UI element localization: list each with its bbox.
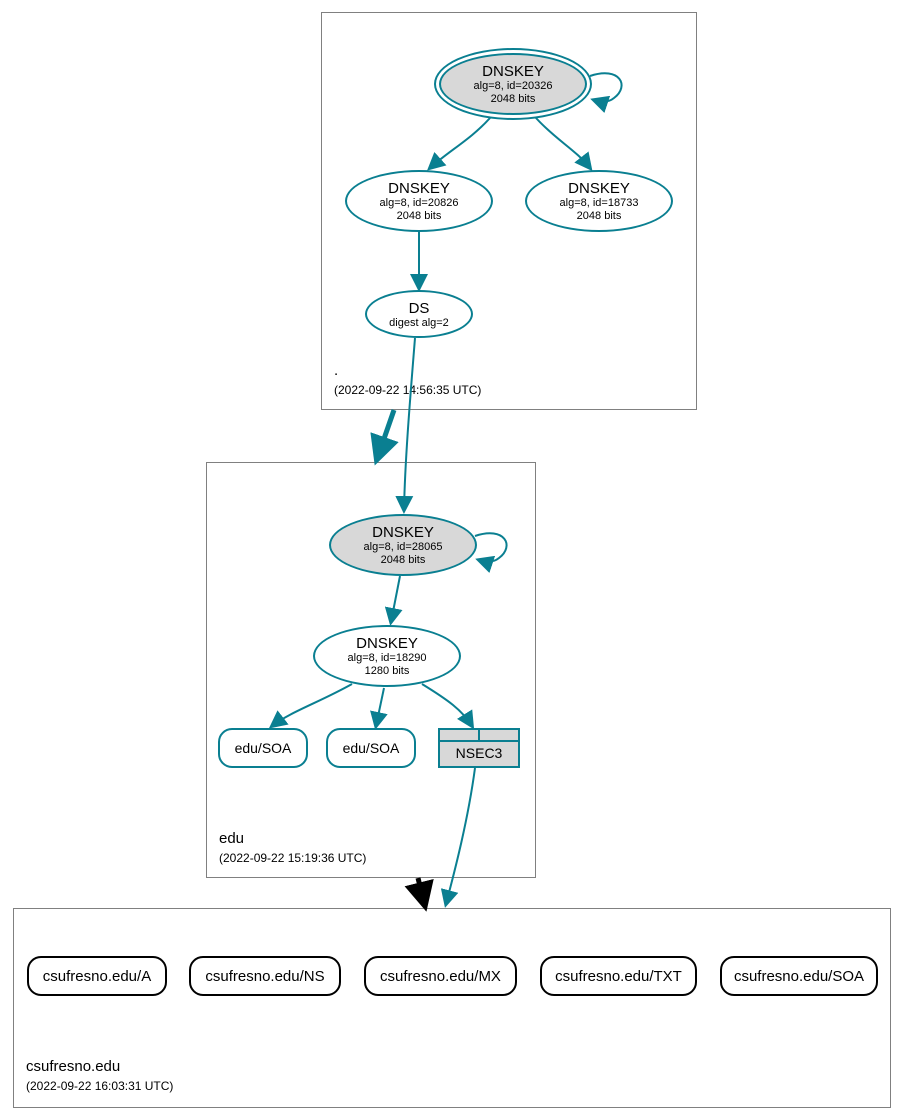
record-label: csufresno.edu/A — [43, 968, 151, 985]
nsec3-node: NSEC3 — [438, 728, 520, 768]
record-mx: csufresno.edu/MX — [364, 956, 517, 996]
dnskey-title: DNSKEY — [482, 63, 544, 80]
zone-csufresno-timestamp: (2022-09-22 16:03:31 UTC) — [26, 1079, 173, 1093]
soa-node-2: edu/SOA — [326, 728, 416, 768]
zone-edu-timestamp: (2022-09-22 15:19:36 UTC) — [219, 851, 366, 865]
dnskey-title: DNSKEY — [372, 524, 434, 541]
dnskey-root-ksk: DNSKEY alg=8, id=20326 2048 bits — [439, 53, 587, 115]
dnskey-title: DNSKEY — [388, 180, 450, 197]
dnskey-edu-ksk: DNSKEY alg=8, id=28065 2048 bits — [329, 514, 477, 576]
dnskey-bits: 2048 bits — [397, 210, 442, 222]
dnskey-alg: alg=8, id=20826 — [380, 197, 459, 209]
dnskey-bits: 2048 bits — [381, 554, 426, 566]
dnskey-alg: alg=8, id=18290 — [348, 652, 427, 664]
zone-root-timestamp: (2022-09-22 14:56:35 UTC) — [334, 383, 481, 397]
nsec3-header — [440, 730, 518, 742]
record-a: csufresno.edu/A — [27, 956, 167, 996]
dnskey-edu-zsk: DNSKEY alg=8, id=18290 1280 bits — [313, 625, 461, 687]
soa-label: edu/SOA — [343, 740, 400, 756]
dnskey-title: DNSKEY — [356, 635, 418, 652]
dnskey-bits: 2048 bits — [491, 93, 536, 105]
record-label: csufresno.edu/TXT — [555, 968, 682, 985]
dnskey-title: DNSKEY — [568, 180, 630, 197]
record-label: csufresno.edu/MX — [380, 968, 501, 985]
dnskey-bits: 1280 bits — [365, 665, 410, 677]
soa-node-1: edu/SOA — [218, 728, 308, 768]
dnskey-alg: alg=8, id=28065 — [364, 541, 443, 553]
record-label: csufresno.edu/SOA — [734, 968, 864, 985]
zone-root-name: . — [334, 362, 338, 379]
record-label: csufresno.edu/NS — [205, 968, 324, 985]
record-ns: csufresno.edu/NS — [189, 956, 341, 996]
soa-label: edu/SOA — [235, 740, 292, 756]
dnskey-root-zsk1: DNSKEY alg=8, id=20826 2048 bits — [345, 170, 493, 232]
zone-edu-name: edu — [219, 830, 244, 847]
ds-title: DS — [409, 300, 430, 317]
ds-node: DS digest alg=2 — [365, 290, 473, 338]
nsec3-label: NSEC3 — [440, 742, 518, 764]
zone-csufresno: csufresno.edu (2022-09-22 16:03:31 UTC) — [13, 908, 891, 1108]
dnskey-bits: 2048 bits — [577, 210, 622, 222]
dnskey-alg: alg=8, id=20326 — [474, 80, 553, 92]
dnskey-alg: alg=8, id=18733 — [560, 197, 639, 209]
dnskey-root-zsk2: DNSKEY alg=8, id=18733 2048 bits — [525, 170, 673, 232]
record-txt: csufresno.edu/TXT — [540, 956, 697, 996]
zone-csufresno-name: csufresno.edu — [26, 1058, 120, 1075]
ds-alg: digest alg=2 — [389, 317, 449, 329]
record-soa: csufresno.edu/SOA — [720, 956, 878, 996]
